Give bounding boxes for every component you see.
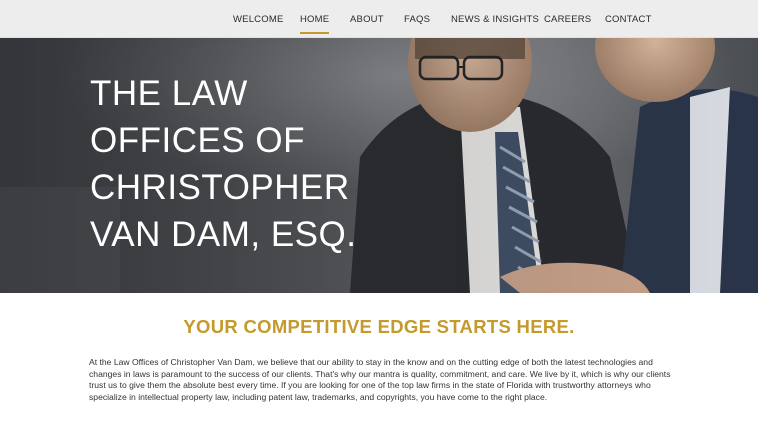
top-navigation: WELCOME HOME ABOUT FAQS NEWS & INSIGHTS … (0, 0, 758, 38)
nav-item-welcome[interactable]: WELCOME (233, 14, 284, 25)
hero-banner: THE LAW OFFICES OF CHRISTOPHER VAN DAM, … (0, 37, 758, 293)
nav-item-about[interactable]: ABOUT (350, 14, 384, 25)
hero-title-line: VAN DAM, ESQ. (90, 215, 357, 254)
hero-title: THE LAW OFFICES OF CHRISTOPHER VAN DAM, … (90, 70, 450, 258)
nav-item-faqs[interactable]: FAQS (404, 14, 430, 25)
hero-title-line: CHRISTOPHER (90, 168, 350, 207)
nav-item-careers[interactable]: CAREERS (544, 14, 591, 25)
nav-item-news-insights[interactable]: NEWS & INSIGHTS (451, 14, 539, 25)
nav-item-home[interactable]: HOME (300, 14, 330, 34)
tagline-heading: YOUR COMPETITIVE EDGE STARTS HERE. (183, 316, 575, 337)
hero-title-line: THE LAW (90, 74, 248, 113)
nav-item-contact[interactable]: CONTACT (605, 14, 652, 25)
hero-title-line: OFFICES OF (90, 121, 305, 160)
intro-paragraph: At the Law Offices of Christopher Van Da… (89, 357, 671, 402)
page: WELCOME HOME ABOUT FAQS NEWS & INSIGHTS … (0, 0, 758, 427)
